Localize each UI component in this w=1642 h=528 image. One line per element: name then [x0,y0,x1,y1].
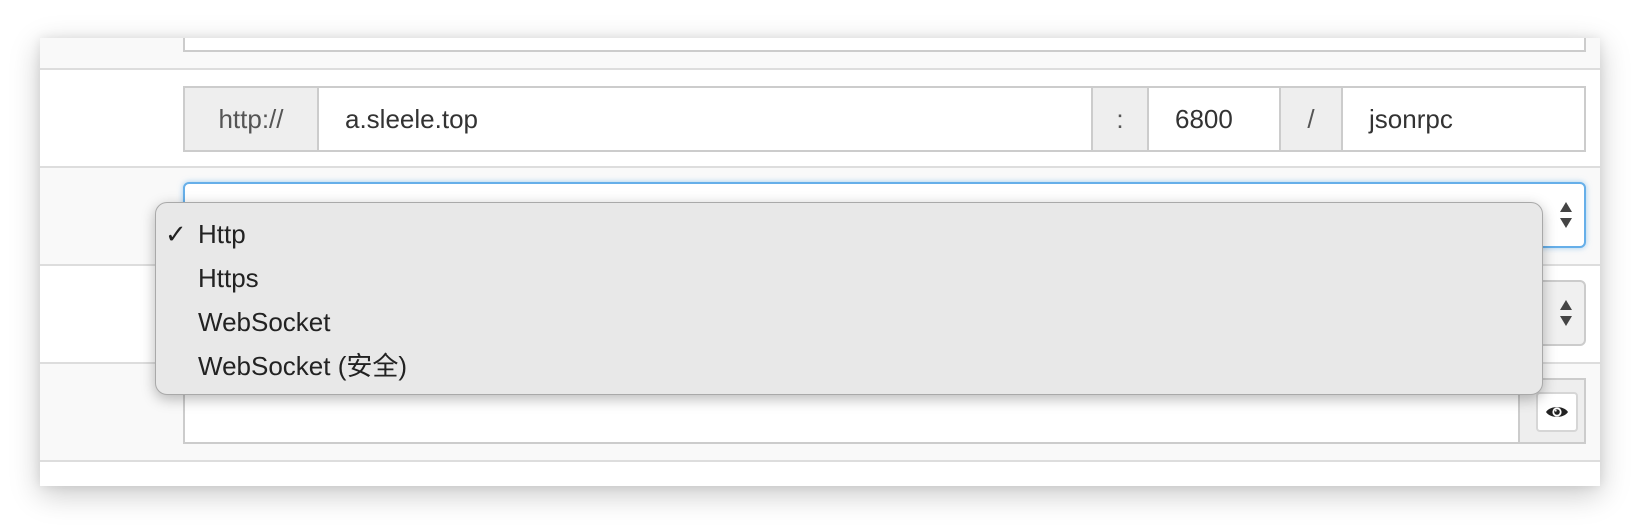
dropdown-option-websocket-secure[interactable]: WebSocket (安全) [156,344,1542,388]
dropdown-option-https[interactable]: Https [156,256,1542,300]
rpc-port-input[interactable]: 6800 [1147,88,1279,150]
option-label: WebSocket (安全) [198,351,408,381]
path-separator-addon: / [1279,88,1341,150]
rpc-address-input-group: http:// a.sleele.top : 6800 / jsonrpc [183,86,1586,152]
rpc-path-input[interactable]: jsonrpc [1341,88,1584,150]
option-label: Https [198,263,259,293]
show-secret-button[interactable] [1536,392,1578,432]
option-label: Http [198,219,246,249]
settings-row-previous [40,38,1600,68]
protocol-prefix-addon: http:// [185,88,317,150]
option-label: WebSocket [198,307,331,337]
dropdown-option-websocket[interactable]: WebSocket [156,300,1542,344]
select-arrows-icon [1560,202,1572,228]
rpc-host-input[interactable]: a.sleele.top [317,88,1091,150]
settings-row-next [40,462,1600,486]
select-arrows-icon [1560,300,1572,326]
eye-icon [1546,407,1568,417]
port-separator-addon: : [1091,88,1147,150]
previous-input[interactable] [183,38,1586,52]
protocol-dropdown-menu: ✓ Http Https WebSocket WebSocket (安全) [155,202,1543,395]
dropdown-option-http[interactable]: ✓ Http [156,212,1542,256]
checkmark-icon: ✓ [165,219,187,249]
